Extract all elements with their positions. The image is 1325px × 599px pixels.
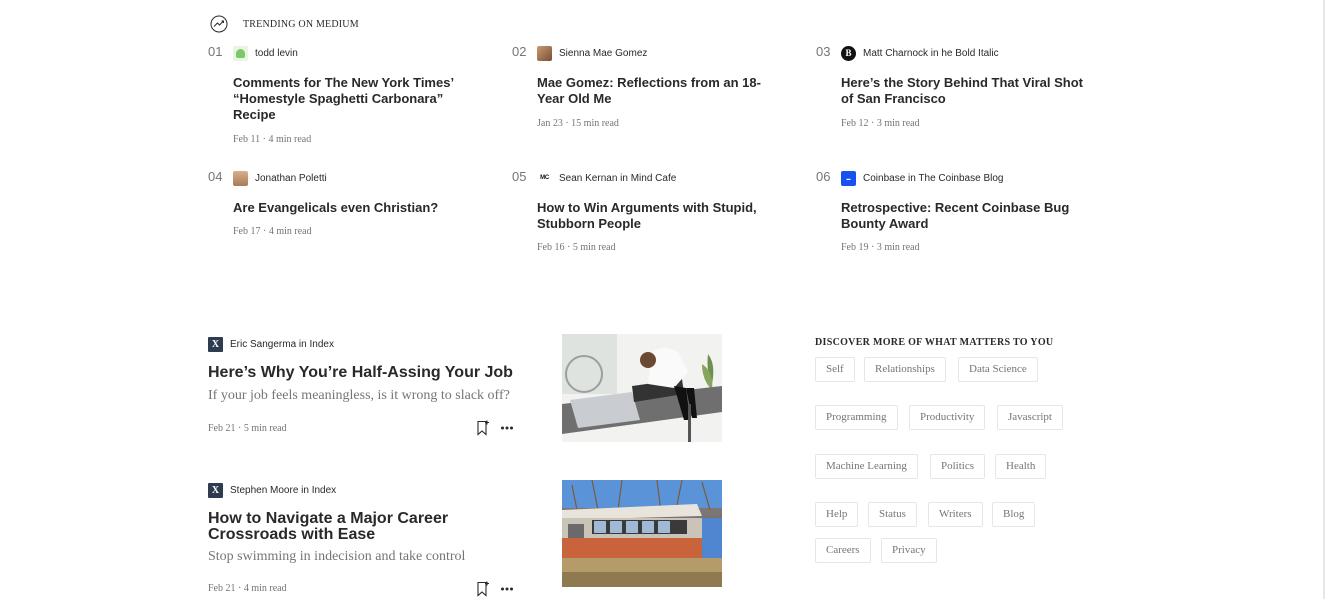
publication-avatar[interactable]: X [208,337,223,352]
author-avatar[interactable]: ▬ [841,171,856,186]
topic-tag[interactable]: Programming [815,405,898,430]
office-photo [562,334,722,442]
article-author[interactable]: X Stephen Moore in Index [208,483,336,498]
article-meta: Feb 21 · 4 min read [208,583,287,594]
trending-number: 04 [208,169,223,184]
trending-meta: Feb 17 · 4 min read [233,226,312,237]
trending-card[interactable]: 01 todd levin Comments for The New York … [208,44,478,154]
bookmark-icon[interactable] [476,420,490,436]
topic-tag[interactable]: Javascript [997,405,1063,430]
trending-author[interactable]: B Matt Charnock in he Bold Italic [841,46,999,61]
trending-meta: Feb 12 · 3 min read [841,118,920,129]
building-photo [562,480,722,587]
topic-tag[interactable]: Machine Learning [815,454,918,479]
trending-number: 05 [512,169,527,184]
author-name[interactable]: todd levin [255,48,298,59]
article-thumbnail[interactable] [562,334,722,442]
trending-card[interactable]: 06 ▬ Coinbase in The Coinbase Blog Retro… [816,169,1086,259]
author-avatar[interactable]: MC [537,171,552,186]
trending-meta: Jan 23 · 15 min read [537,118,619,129]
author-avatar[interactable] [233,46,248,61]
trending-card[interactable]: 02 Sienna Mae Gomez Mae Gomez: Reflectio… [512,44,782,144]
article-author[interactable]: X Eric Sangerma in Index [208,337,334,352]
trending-author[interactable]: todd levin [233,46,298,61]
trending-title[interactable]: Retrospective: Recent Coinbase Bug Bount… [841,200,1091,232]
footer-link-status[interactable]: Status [868,502,917,527]
article-subtitle[interactable]: Stop swimming in indecision and take con… [208,549,465,565]
topic-tag[interactable]: Relationships [864,357,946,382]
topic-tag[interactable]: Self [815,357,855,382]
author-name[interactable]: Sean Kernan in Mind Cafe [559,173,676,184]
trending-number: 06 [816,169,831,184]
trending-header: TRENDING ON MEDIUM [210,14,359,34]
article-thumbnail[interactable] [562,480,722,587]
trending-title[interactable]: Here’s the Story Behind That Viral Shot … [841,75,1091,107]
trending-title[interactable]: Mae Gomez: Reflections from an 18-Year O… [537,75,787,107]
footer-link-privacy[interactable]: Privacy [881,538,937,563]
trending-author[interactable]: Sienna Mae Gomez [537,46,647,61]
topic-tag[interactable]: Health [995,454,1047,479]
trending-number: 02 [512,44,527,59]
article-title[interactable]: Here’s Why You’re Half-Assing Your Job [208,365,528,381]
author-name[interactable]: Stephen Moore in Index [230,485,336,496]
footer-link-blog[interactable]: Blog [992,502,1036,527]
topic-tag[interactable]: Productivity [909,405,986,430]
article-meta: Feb 21 · 5 min read [208,423,287,434]
trending-meta: Feb 16 · 5 min read [537,242,616,253]
more-horizontal-icon[interactable] [500,421,514,435]
author-avatar[interactable] [233,171,248,186]
trending-meta: Feb 19 · 3 min read [841,242,920,253]
trending-title[interactable]: Comments for The New York Times’ “Homest… [233,75,483,123]
article-title[interactable]: How to Navigate a Major Career Crossroad… [208,511,498,543]
trending-icon [210,15,228,33]
article-subtitle[interactable]: If your job feels meaningless, is it wro… [208,388,510,404]
footer-link-help[interactable]: Help [815,502,859,527]
footer-link-writers[interactable]: Writers [928,502,983,527]
author-name[interactable]: Eric Sangerma in Index [230,339,334,350]
trending-card[interactable]: 05 MC Sean Kernan in Mind Cafe How to Wi… [512,169,782,259]
publication-avatar[interactable]: X [208,483,223,498]
trending-card[interactable]: 04 Jonathan Poletti Are Evangelicals eve… [208,169,478,249]
bookmark-icon[interactable] [476,581,490,597]
article-card[interactable]: X Eric Sangerma in Index Here’s Why You’… [208,337,518,442]
author-name[interactable]: Matt Charnock in he Bold Italic [863,48,999,59]
topic-tag[interactable]: Politics [930,454,986,479]
trending-card[interactable]: 03 B Matt Charnock in he Bold Italic Her… [816,44,1086,144]
trending-author[interactable]: MC Sean Kernan in Mind Cafe [537,171,676,186]
author-name[interactable]: Coinbase in The Coinbase Blog [863,173,1003,184]
trending-label: TRENDING ON MEDIUM [243,18,359,30]
trending-author[interactable]: ▬ Coinbase in The Coinbase Blog [841,171,1003,186]
trending-number: 01 [208,44,223,59]
trending-title[interactable]: Are Evangelicals even Christian? [233,200,483,216]
trending-title[interactable]: How to Win Arguments with Stupid, Stubbo… [537,200,787,232]
author-name[interactable]: Jonathan Poletti [255,173,327,184]
author-avatar[interactable]: B [841,46,856,61]
trending-number: 03 [816,44,831,59]
author-avatar[interactable] [537,46,552,61]
footer-link-careers[interactable]: Careers [815,538,871,563]
discover-title: DISCOVER MORE OF WHAT MATTERS TO YOU [815,337,1054,348]
author-name[interactable]: Sienna Mae Gomez [559,48,647,59]
trending-author[interactable]: Jonathan Poletti [233,171,327,186]
topic-tag[interactable]: Data Science [958,357,1038,382]
trending-meta: Feb 11 · 4 min read [233,134,312,145]
more-horizontal-icon[interactable] [500,582,514,596]
article-card[interactable]: X Stephen Moore in Index How to Navigate… [208,483,518,599]
